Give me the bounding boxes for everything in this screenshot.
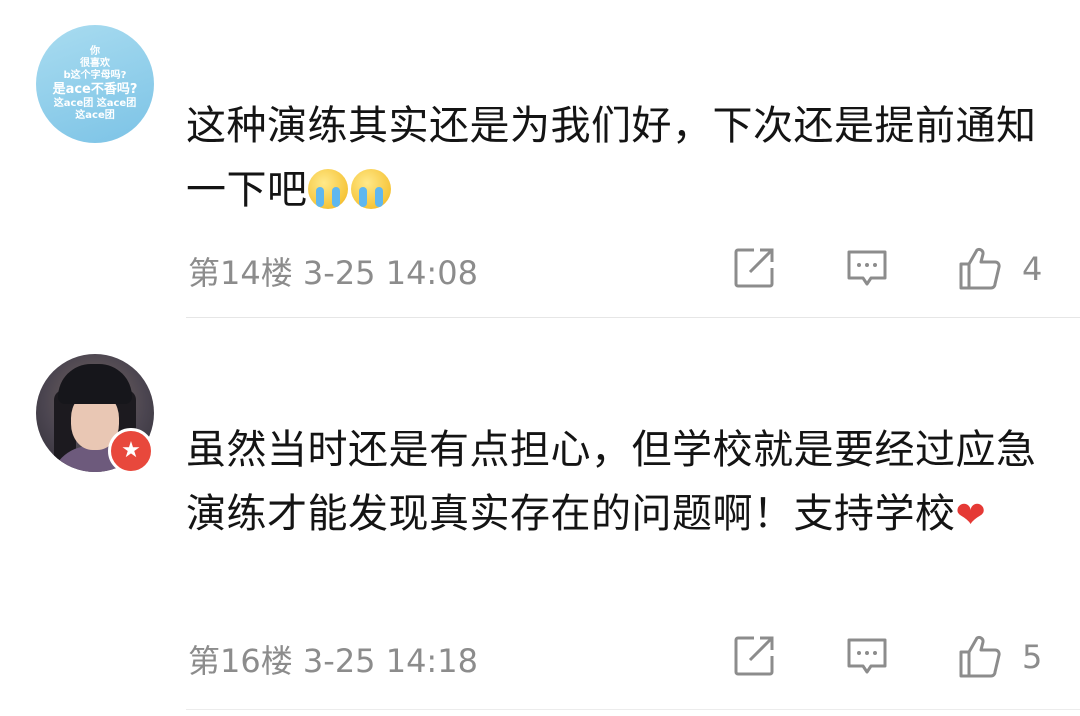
crying-face-emoji-icon xyxy=(307,169,348,209)
comment-icon[interactable] xyxy=(845,246,889,290)
comment-item: ★ 虽然当时还是有点担心，但学校就是要经过应急演练才能发现真实存在的问题啊！支持… xyxy=(0,318,1080,716)
comment-text: 虽然当时还是有点担心，但学校就是要经过应急演练才能发现真实存在的问题啊！支持学校 xyxy=(186,427,1037,537)
avatar-text-line: 是ace不香吗? xyxy=(52,82,138,98)
vip-badge-icon: ★ xyxy=(108,428,154,474)
avatar-text-line: 你 xyxy=(90,46,100,58)
comment-body: 虽然当时还是有点担心，但学校就是要经过应急演练才能发现真实存在的问题啊！支持学校… xyxy=(186,418,1056,548)
divider xyxy=(186,709,1080,710)
thumbs-up-icon[interactable] xyxy=(957,246,1001,290)
comment-meta: 第14楼 3-25 14:08 xyxy=(188,248,478,294)
floor-number: 第16楼 xyxy=(188,642,293,680)
avatar-text-line: 很喜欢 xyxy=(80,58,110,70)
avatar-text-line: 这ace团 xyxy=(75,109,115,121)
like-count: 4 xyxy=(1022,250,1043,288)
heart-emoji-icon: ❤ xyxy=(955,495,987,536)
comment-meta: 第16楼 3-25 14:18 xyxy=(188,636,478,682)
avatar-text-line: 这ace团 这ace团 xyxy=(53,97,137,109)
comment-item: 你 很喜欢 b这个字母吗? 是ace不香吗? 这ace团 这ace团 这ace团… xyxy=(0,0,1080,318)
comment-time: 3-25 14:08 xyxy=(302,254,478,292)
share-icon[interactable] xyxy=(732,246,776,290)
comment-body: 这种演练其实还是为我们好，下次还是提前通知一下吧 xyxy=(186,94,1056,222)
crying-face-emoji-icon xyxy=(350,169,391,209)
floor-number: 第14楼 xyxy=(188,254,293,292)
comment-list: 你 很喜欢 b这个字母吗? 是ace不香吗? 这ace团 这ace团 这ace团… xyxy=(0,0,1080,716)
comment-time: 3-25 14:18 xyxy=(302,642,478,680)
share-icon[interactable] xyxy=(732,634,776,678)
comment-icon[interactable] xyxy=(845,634,889,678)
like-count: 5 xyxy=(1022,638,1043,676)
thumbs-up-icon[interactable] xyxy=(957,634,1001,678)
avatar-text-line: b这个字母吗? xyxy=(63,70,127,82)
user-avatar[interactable]: 你 很喜欢 b这个字母吗? 是ace不香吗? 这ace团 这ace团 这ace团 xyxy=(36,25,154,143)
